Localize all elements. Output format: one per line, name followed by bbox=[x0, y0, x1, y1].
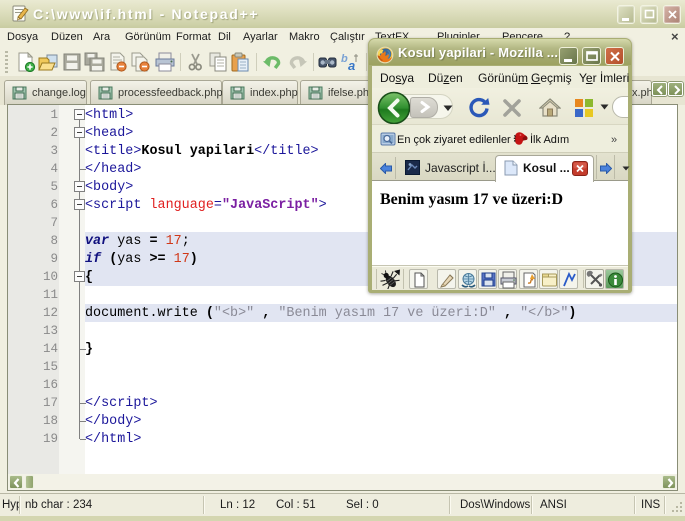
svg-text:b: b bbox=[341, 53, 348, 65]
svg-text:a: a bbox=[348, 58, 355, 72]
